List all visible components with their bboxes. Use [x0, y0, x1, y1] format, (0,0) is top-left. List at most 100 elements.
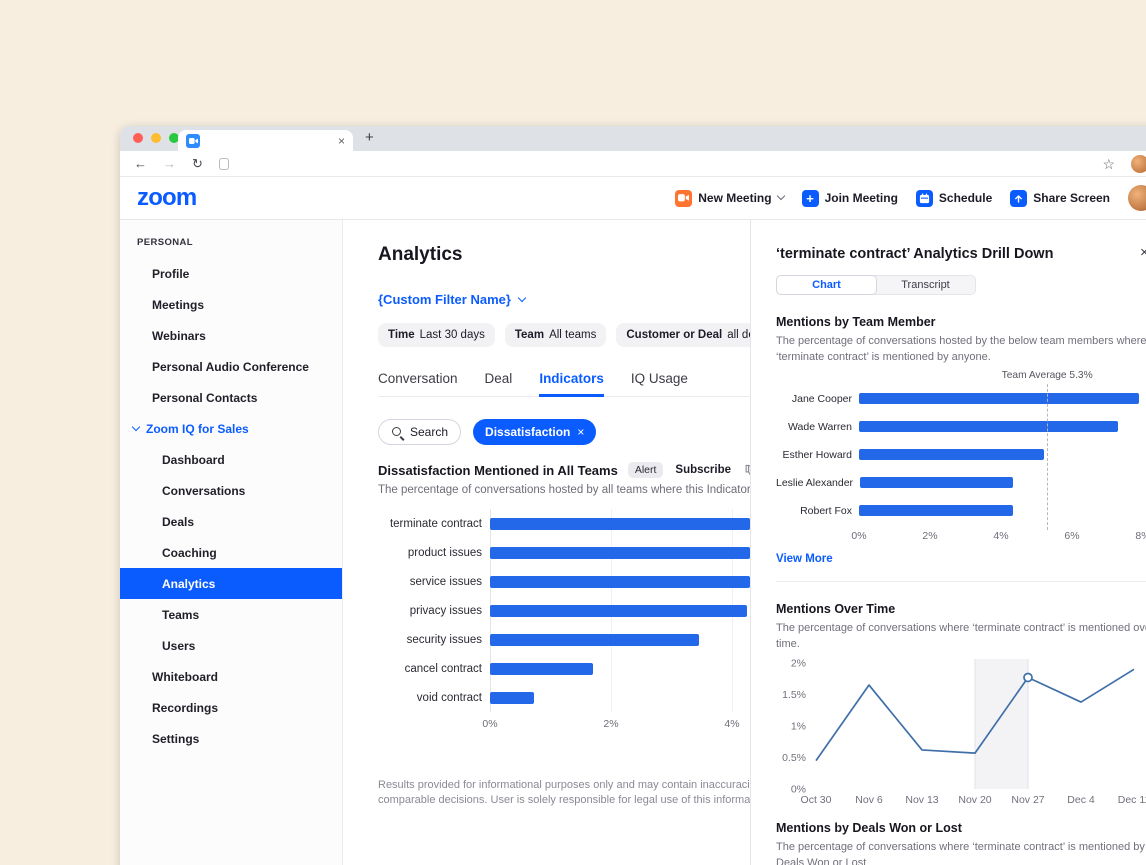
bar-cancel-contract	[490, 663, 593, 675]
panel-divider	[776, 581, 1146, 582]
sidebar-item-deals[interactable]: Deals	[120, 506, 342, 537]
user-avatar[interactable]	[1128, 185, 1146, 211]
sidebar-item-analytics[interactable]: Analytics	[120, 568, 342, 599]
back-icon[interactable]: ←	[134, 157, 147, 170]
filter-pill-time[interactable]: TimeLast 30 days	[378, 323, 495, 347]
bookmark-star-icon[interactable]: ☆	[1102, 157, 1115, 171]
chart-section-title: Dissatisfaction Mentioned in All Teams	[378, 463, 618, 478]
analytics-main: Analytics {Custom Filter Name} TimeLast …	[343, 220, 750, 865]
axis-tick: 4%	[724, 718, 739, 730]
sidebar-section-label: PERSONAL	[137, 237, 342, 248]
team-bar-row: Wade Warren	[776, 413, 1146, 441]
sidebar-item-coaching[interactable]: Coaching	[120, 537, 342, 568]
sidebar-item-whiteboard[interactable]: Whiteboard	[120, 661, 342, 692]
filter-pills: TimeLast 30 days TeamAll teams Customer or…	[378, 323, 750, 347]
team-average-line	[1047, 384, 1048, 530]
drilldown-title: ‘terminate contract’ Analytics Drill Dow…	[776, 246, 1146, 262]
bar-label: product issues	[378, 547, 482, 559]
deals-section-description: The percentage of conversations where ‘t…	[776, 840, 1146, 865]
deals-section-title: Mentions by Deals Won or Lost	[776, 821, 1146, 835]
panel-close-icon[interactable]: ×	[1140, 244, 1146, 261]
team-bar-row: Esther Howard	[776, 441, 1146, 469]
reload-icon[interactable]: ↻	[192, 157, 203, 170]
tab-conversation[interactable]: Conversation	[378, 371, 458, 397]
sidebar-item-label: Meetings	[152, 298, 204, 312]
bar-robert-fox	[859, 505, 1013, 516]
sidebar-item-label: Coaching	[162, 546, 217, 560]
sidebar-item-label: Personal Audio Conference	[152, 360, 309, 374]
axis-tick: 6%	[1064, 530, 1079, 542]
bar-esther-howard	[859, 449, 1044, 460]
window-close-button[interactable]	[133, 133, 143, 143]
svg-text:2%: 2%	[791, 657, 806, 669]
filter-pill-name: Customer or Deal	[626, 329, 722, 341]
indicator-chip-dissatisfaction[interactable]: Dissatisfaction ×	[473, 419, 596, 445]
new-tab-button[interactable]: +	[365, 129, 374, 146]
subscribe-button[interactable]: Subscribe	[675, 464, 731, 476]
bar-label: void contract	[378, 692, 482, 704]
site-info-icon[interactable]	[219, 158, 229, 170]
browser-tab-strip: × +	[120, 126, 1146, 151]
svg-text:Nov 20: Nov 20	[958, 794, 991, 806]
disclaimer-line-2: comparable decisions. User is solely res…	[378, 793, 750, 808]
window-minimize-button[interactable]	[151, 133, 161, 143]
bar-row: void contract	[378, 683, 750, 712]
browser-profile-avatar[interactable]	[1131, 155, 1146, 173]
sidebar-item-dashboard[interactable]: Dashboard	[120, 444, 342, 475]
sidebar: PERSONAL Profile Meetings Webinars Personal…	[120, 220, 343, 865]
svg-text:Oct 30: Oct 30	[801, 794, 832, 806]
sidebar-item-settings[interactable]: Settings	[120, 723, 342, 754]
bar-row: product issues	[378, 538, 750, 567]
tab-close-icon[interactable]: ×	[338, 135, 345, 147]
schedule-label: Schedule	[939, 191, 992, 205]
team-member-label: Esther Howard	[776, 449, 852, 461]
tab-iq-usage[interactable]: IQ Usage	[631, 371, 688, 397]
custom-filter-dropdown[interactable]: {Custom Filter Name}	[378, 292, 750, 307]
sidebar-item-profile[interactable]: Profile	[120, 258, 342, 289]
view-more-link[interactable]: View More	[776, 553, 1146, 565]
search-button[interactable]: Search	[378, 419, 461, 445]
tab-deal[interactable]: Deal	[485, 371, 513, 397]
chevron-down-icon	[518, 293, 526, 301]
sidebar-item-label: Recordings	[152, 701, 218, 715]
toggle-transcript[interactable]: Transcript	[876, 276, 975, 294]
bar-row: service issues	[378, 567, 750, 596]
chart-section-description: The percentage of conversations hosted b…	[378, 484, 750, 496]
svg-text:1.5%: 1.5%	[782, 689, 806, 701]
join-meeting-button[interactable]: + Join Meeting	[802, 190, 898, 207]
chip-remove-icon[interactable]: ×	[577, 425, 584, 439]
new-meeting-label: New Meeting	[698, 191, 771, 205]
sidebar-item-label: Analytics	[162, 577, 215, 591]
filter-pill-team[interactable]: TeamAll teams	[505, 323, 607, 347]
schedule-button[interactable]: Schedule	[916, 190, 992, 207]
bar-product-issues	[490, 547, 750, 559]
sidebar-item-personal-contacts[interactable]: Personal Contacts	[120, 382, 342, 413]
sidebar-item-users[interactable]: Users	[120, 630, 342, 661]
tab-indicators[interactable]: Indicators	[539, 371, 604, 397]
svg-text:Dec 11: Dec 11	[1118, 794, 1146, 806]
disclaimer-line-1: Results provided for informational purpo…	[378, 778, 750, 793]
bar-security-issues	[490, 634, 699, 646]
chart-controls: Search Dissatisfaction ×	[378, 419, 750, 445]
bar-chart-plot: terminate contractproduct issuesservice …	[378, 509, 750, 712]
share-screen-button[interactable]: Share Screen	[1010, 190, 1110, 207]
search-label: Search	[410, 425, 448, 439]
sidebar-item-recordings[interactable]: Recordings	[120, 692, 342, 723]
new-meeting-button[interactable]: New Meeting	[675, 190, 783, 207]
sidebar-item-teams[interactable]: Teams	[120, 599, 342, 630]
toggle-chart[interactable]: Chart	[776, 275, 877, 295]
drilldown-panel: ‘terminate contract’ Analytics Drill Dow…	[750, 220, 1146, 865]
sidebar-item-zoom-iq-for-sales[interactable]: Zoom IQ for Sales	[120, 413, 342, 444]
svg-text:Nov 6: Nov 6	[855, 794, 883, 806]
filter-pill-customer-or-deal[interactable]: Customer or Dealall deals	[616, 323, 750, 347]
sidebar-item-webinars[interactable]: Webinars	[120, 320, 342, 351]
sidebar-item-personal-audio-conference[interactable]: Personal Audio Conference	[120, 351, 342, 382]
team-member-label: Robert Fox	[776, 505, 852, 517]
team-bar-row: Jane Cooper	[776, 385, 1146, 413]
filter-pill-name: Time	[388, 329, 415, 341]
bar-label: service issues	[378, 576, 482, 588]
sidebar-item-conversations[interactable]: Conversations	[120, 475, 342, 506]
browser-tab[interactable]: ×	[178, 130, 353, 151]
zoom-logo[interactable]: zoom	[137, 184, 196, 212]
sidebar-item-meetings[interactable]: Meetings	[120, 289, 342, 320]
